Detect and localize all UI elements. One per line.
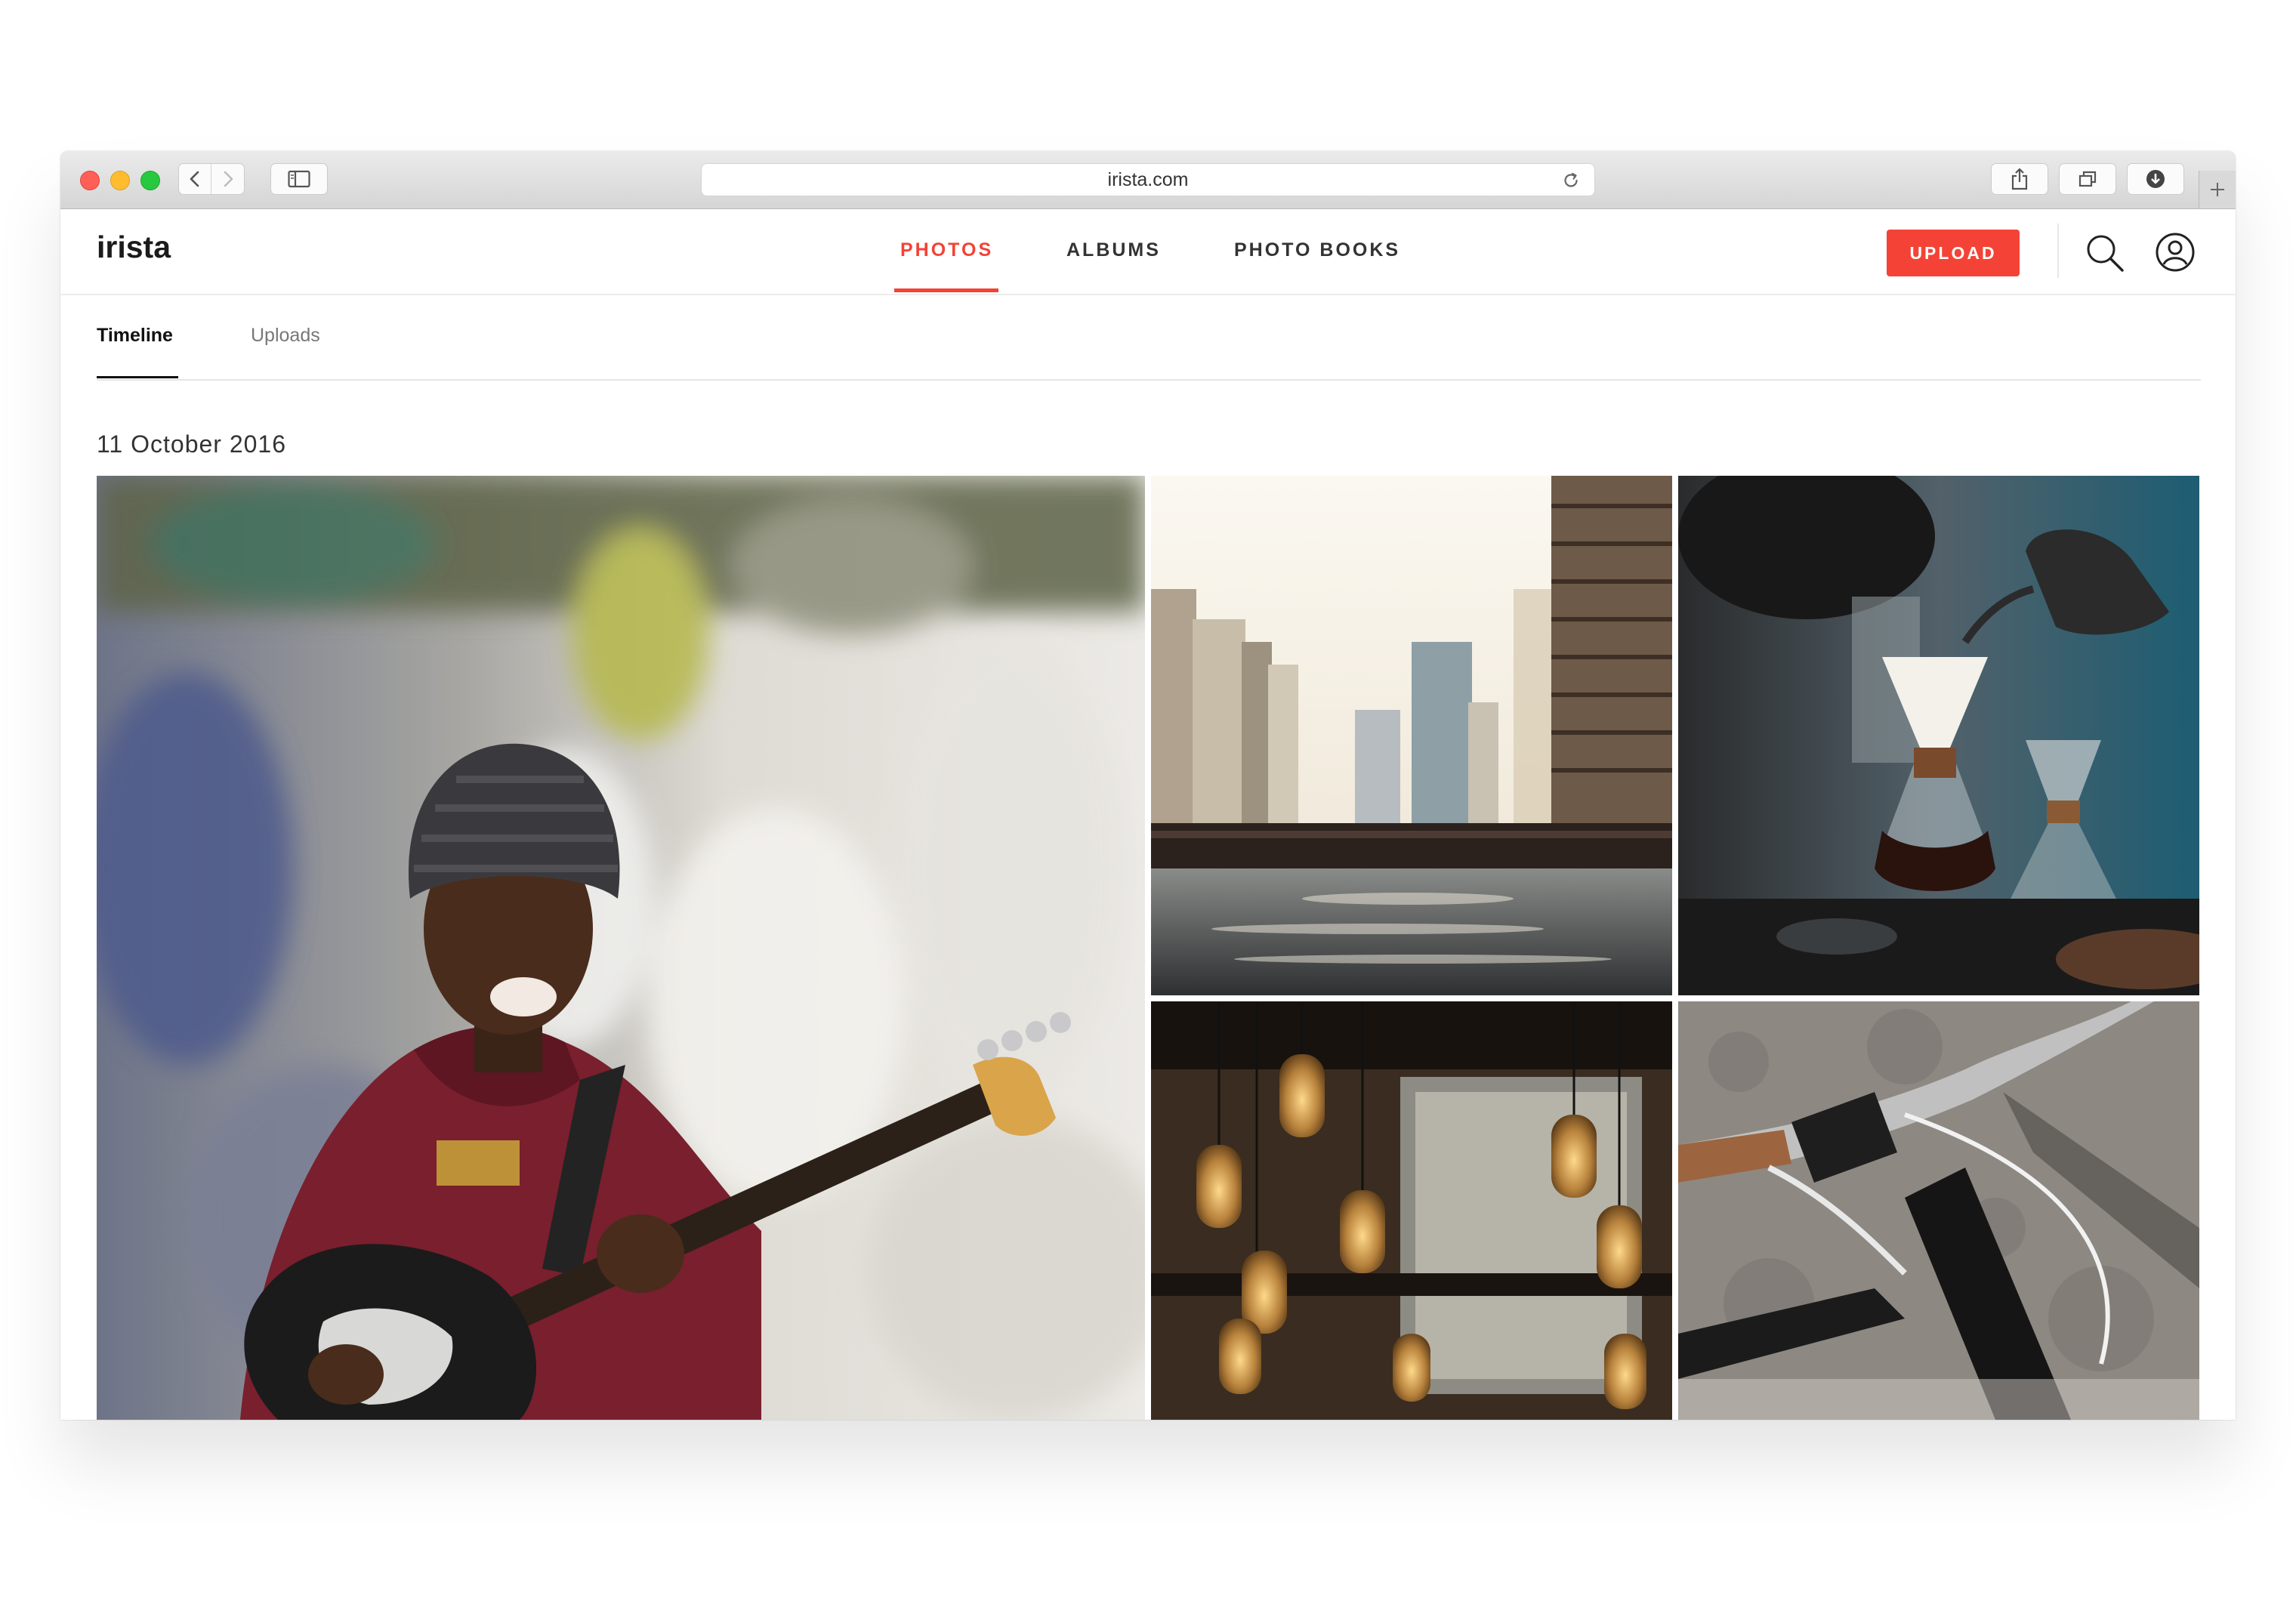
- back-forward-group: [178, 163, 245, 195]
- nav-photos[interactable]: PHOTOS: [900, 208, 993, 294]
- nav-photo-books[interactable]: PHOTO BOOKS: [1234, 208, 1400, 294]
- close-window-button[interactable]: [80, 171, 100, 190]
- nav-albums[interactable]: ALBUMS: [1066, 208, 1161, 294]
- share-icon: [2011, 168, 2028, 190]
- new-tab-button[interactable]: [2199, 171, 2236, 208]
- app-header: irista PHOTOS ALBUMS PHOTO BOOKS UPLOAD: [60, 208, 2236, 295]
- share-button[interactable]: [1991, 163, 2048, 195]
- photo-musician[interactable]: [97, 476, 1145, 1420]
- browser-window: irista.com irista PHOTOS ALBUMS PHOTO BO…: [60, 151, 2236, 1420]
- chevron-left-icon: [190, 171, 199, 187]
- zoom-window-button[interactable]: [140, 171, 160, 190]
- photo-musician-image: [97, 476, 1145, 1420]
- sidebar-icon: [288, 170, 310, 188]
- tab-overview-button[interactable]: [2059, 163, 2116, 195]
- tab-timeline[interactable]: Timeline: [97, 325, 173, 347]
- header-divider: [2057, 224, 2059, 278]
- active-subtab-indicator: [97, 376, 178, 378]
- photo-bicycle[interactable]: [1678, 1001, 2199, 1420]
- irista-logo[interactable]: irista: [97, 230, 171, 265]
- reload-icon[interactable]: [1561, 171, 1581, 190]
- search-icon[interactable]: [2085, 233, 2125, 273]
- photo-coffee[interactable]: [1678, 476, 2199, 995]
- active-nav-indicator: [894, 288, 998, 292]
- download-icon: [2146, 170, 2165, 188]
- chevron-right-icon: [224, 171, 233, 187]
- forward-button[interactable]: [212, 164, 244, 194]
- photo-city-river[interactable]: [1151, 476, 1672, 995]
- upload-button[interactable]: UPLOAD: [1887, 230, 2020, 276]
- tabs-overview-icon: [2078, 171, 2097, 187]
- address-bar[interactable]: irista.com: [701, 163, 1595, 196]
- user-account-icon[interactable]: [2154, 231, 2196, 273]
- url-text: irista.com: [1107, 168, 1189, 190]
- photo-coffee-image: [1678, 476, 2199, 995]
- downloads-button[interactable]: [2127, 163, 2184, 195]
- back-button[interactable]: [179, 164, 211, 194]
- plus-icon: [2211, 183, 2224, 196]
- sidebar-button[interactable]: [270, 163, 328, 195]
- photo-hanging-lamps[interactable]: [1151, 1001, 1672, 1420]
- photo-hanging-lamps-image: [1151, 1001, 1672, 1420]
- minimize-window-button[interactable]: [110, 171, 130, 190]
- photo-bicycle-image: [1678, 1001, 2199, 1420]
- browser-toolbar: irista.com: [60, 151, 2236, 209]
- photo-city-river-image: [1151, 476, 1672, 995]
- tab-uploads[interactable]: Uploads: [251, 325, 320, 347]
- subtab-bar: Timeline Uploads: [97, 295, 2201, 381]
- timeline-date-heading: 11 October 2016: [97, 430, 287, 458]
